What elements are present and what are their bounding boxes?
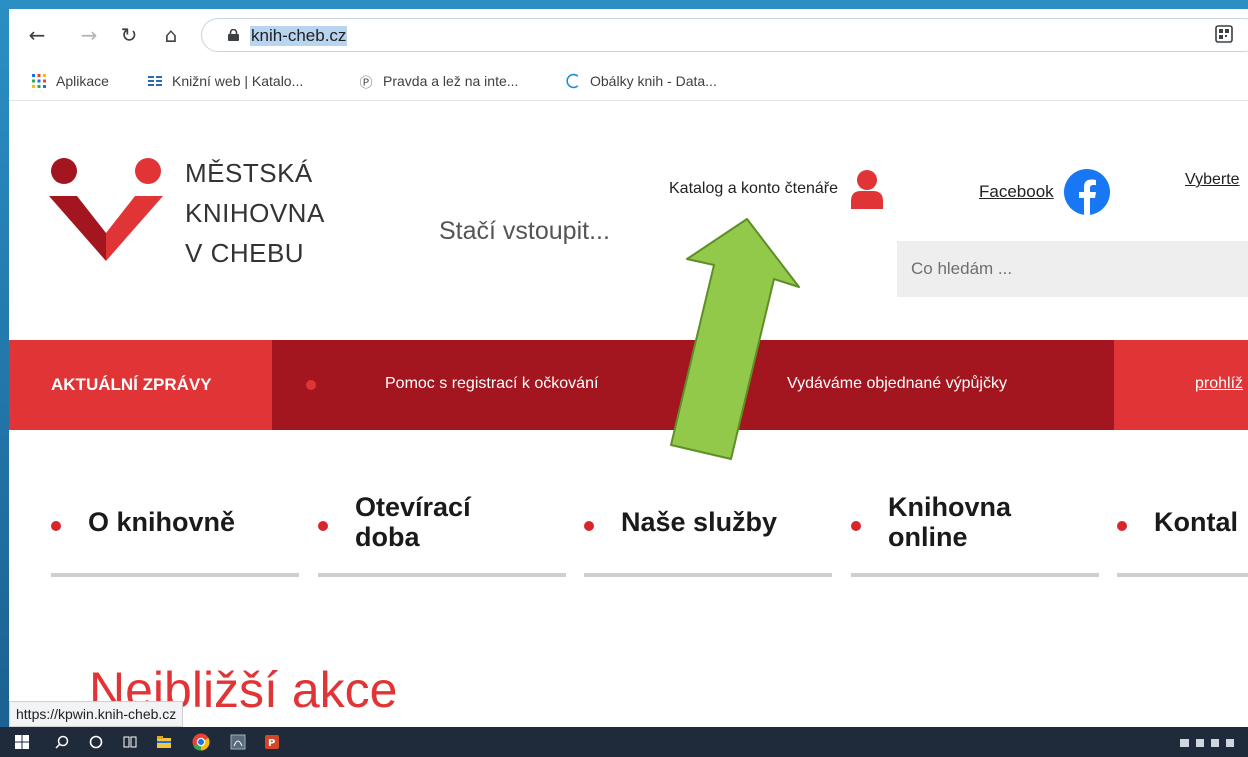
menu-bullet <box>584 521 594 531</box>
bookmarks-bar: Aplikace Knižní web | Katalo... Ⓟ Pravda… <box>9 61 1248 101</box>
bookmark-label: Pravda a lež na inte... <box>383 73 519 89</box>
cortana-icon[interactable] <box>88 734 104 750</box>
menu-bullet <box>1117 521 1127 531</box>
news-more-link[interactable]: prohlíž <box>1195 375 1243 393</box>
back-arrow-icon[interactable]: ← <box>23 21 51 49</box>
news-bar: AKTUÁLNÍ ZPRÁVY Pomoc s registrací k očk… <box>9 340 1248 430</box>
home-icon[interactable]: ⌂ <box>157 21 185 49</box>
facebook-link-label: Facebook <box>979 182 1054 201</box>
facebook-icon <box>1063 169 1110 215</box>
url-text[interactable]: knih-cheb.cz <box>250 26 348 46</box>
menu-underline <box>1117 573 1248 577</box>
svg-text:P: P <box>268 738 275 749</box>
menu-item-kontakty[interactable]: Kontal <box>1117 493 1248 583</box>
menu-underline <box>318 573 566 577</box>
search-icon[interactable] <box>54 734 70 750</box>
search-input[interactable] <box>897 241 1248 297</box>
library-name-line: MĚSTSKÁ <box>185 158 313 188</box>
powerpoint-icon[interactable]: P <box>264 734 280 750</box>
language-select-link[interactable]: Vyberte <box>1185 171 1240 189</box>
menu-item-nase-sluzby[interactable]: Naše služby <box>584 493 832 583</box>
apps-grid-icon <box>31 73 47 89</box>
qr-code-icon[interactable] <box>1212 23 1240 47</box>
menu-item-oteviraci-doba[interactable]: Otevírací doba <box>318 492 566 583</box>
menu-underline <box>851 573 1099 577</box>
search-box <box>897 241 1248 297</box>
catalog-account-link[interactable]: Katalog a konto čtenáře <box>669 169 884 209</box>
menu-label: doba <box>355 522 420 552</box>
chrome-icon[interactable] <box>192 733 210 751</box>
bookmark-apps[interactable]: Aplikace <box>31 71 109 91</box>
app-icon[interactable] <box>230 734 246 750</box>
menu-bullet <box>51 521 61 531</box>
lock-icon <box>228 29 239 41</box>
bookmark-label: Knižní web | Katalo... <box>172 73 304 89</box>
green-arrow-annotation <box>670 218 800 460</box>
system-tray-icons[interactable] <box>1178 736 1248 750</box>
file-explorer-icon[interactable] <box>156 734 172 750</box>
news-label: AKTUÁLNÍ ZPRÁVY <box>9 340 272 430</box>
menu-bullet <box>318 521 328 531</box>
forward-arrow-icon[interactable]: → <box>75 21 103 49</box>
menu-item-o-knihovne[interactable]: O knihovně <box>51 493 299 583</box>
user-icon <box>851 170 884 209</box>
menu-label: Naše služby <box>621 507 778 537</box>
browser-window: ← → ↻ ⌂ knih-cheb.cz Aplikace Knižní web… <box>9 9 1248 727</box>
pravda-icon: Ⓟ <box>359 75 373 91</box>
catalog-link-label: Katalog a konto čtenáře <box>669 180 839 197</box>
menu-label: Knihovna <box>888 492 1012 522</box>
library-name-line: KNIHOVNA <box>185 198 325 228</box>
facebook-link[interactable]: Facebook <box>979 169 1110 215</box>
menu-label: O knihovně <box>88 507 236 537</box>
bookmark-catalog[interactable]: Knižní web | Katalo... <box>147 71 303 91</box>
address-bar[interactable]: knih-cheb.cz <box>201 18 1248 52</box>
bookmark-label: Aplikace <box>56 73 109 89</box>
news-bullet <box>306 380 316 390</box>
library-name: MĚSTSKÁ KNIHOVNA V CHEBU <box>185 153 325 273</box>
slogan: Stačí vstoupit... <box>439 217 610 245</box>
bookmark-pravda[interactable]: Ⓟ Pravda a lež na inte... <box>358 71 518 91</box>
reload-icon[interactable]: ↻ <box>115 21 143 49</box>
status-bar-url: https://kpwin.knih-cheb.cz <box>9 701 184 727</box>
menu-label: Kontal <box>1154 507 1238 537</box>
menu-bullet <box>851 521 861 531</box>
menu-label: online <box>888 522 968 552</box>
menu-label: Otevírací <box>355 492 471 522</box>
browser-toolbar: ← → ↻ ⌂ knih-cheb.cz <box>9 9 1248 61</box>
menu-underline <box>51 573 299 577</box>
obalky-icon <box>565 73 581 89</box>
menu-underline <box>584 573 832 577</box>
bookmark-label: Obálky knih - Data... <box>590 73 717 89</box>
library-logo[interactable] <box>49 151 169 271</box>
windows-taskbar: P <box>0 727 1248 757</box>
task-view-icon[interactable] <box>122 734 138 750</box>
windows-start-icon[interactable] <box>14 734 30 750</box>
catalog-icon <box>147 73 163 89</box>
bookmark-obalky[interactable]: Obálky knih - Data... <box>565 71 717 91</box>
menu-item-knihovna-online[interactable]: Knihovna online <box>851 492 1099 583</box>
library-name-line: V CHEBU <box>185 238 305 268</box>
news-item[interactable]: Vydáváme objednané výpůjčky <box>787 375 1007 393</box>
news-item[interactable]: Pomoc s registrací k očkování <box>385 375 598 393</box>
